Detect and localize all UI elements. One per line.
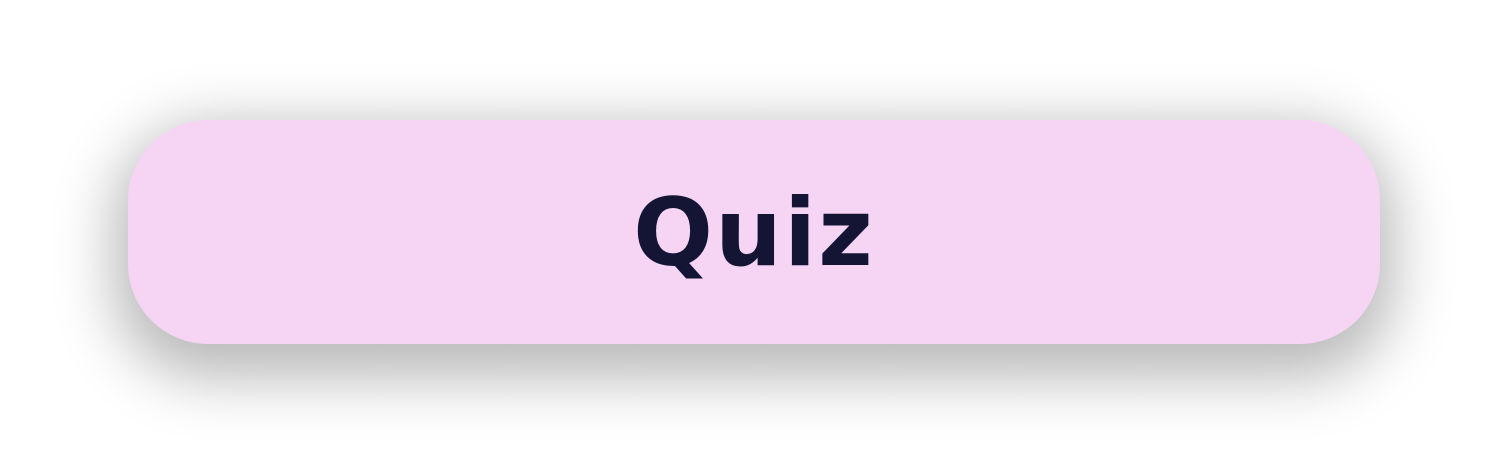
page-canvas: Quiz	[0, 0, 1508, 472]
quiz-button[interactable]: Quiz	[128, 120, 1380, 344]
quiz-button-label: Quiz	[633, 179, 875, 288]
